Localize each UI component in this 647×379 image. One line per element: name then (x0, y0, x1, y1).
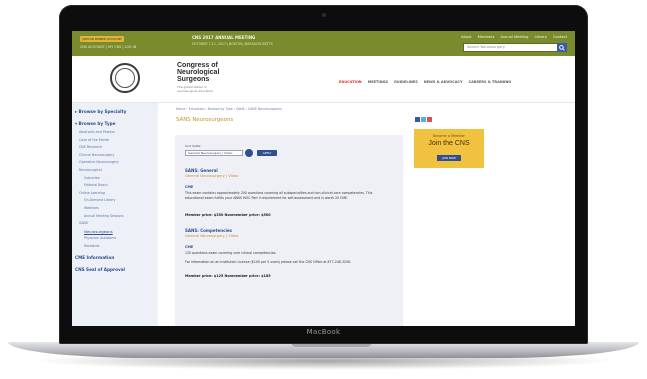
sidebar-item[interactable]: Editorial Board (84, 183, 108, 187)
product-list-panel: Sort SANS: General Neurosurgery / Video … (175, 135, 403, 326)
search-input[interactable]: Search Neurosurgery (463, 43, 567, 52)
utility-links: About Members Annual Meeting Library Con… (461, 35, 567, 39)
sidebar-item[interactable]: Residents (84, 244, 100, 248)
sidebar-item[interactable]: Abstracts and Posters (79, 130, 115, 134)
breadcrumb[interactable]: Home › Education › Browse by Type › SANS… (176, 107, 282, 111)
sidebar-item[interactable]: Neurosurgeons (84, 229, 113, 234)
product-title[interactable]: SANS: General (185, 168, 218, 173)
sidebar: ▸ Browse by Specialty ▾ Browse by Type Abs… (72, 103, 158, 326)
utility-link[interactable]: About (461, 35, 472, 39)
top-bar: JOIN OR RENEW ACCOUNT CNS ACCOUNT | MY C… (72, 31, 575, 56)
promo-subtitle: OCTOBER 7-11, 2017 | BOSTON, MASSACHUSET… (192, 42, 273, 46)
nav-guidelines[interactable]: GUIDELINES (394, 80, 418, 84)
product-license-note: For information on an Institution Licens… (185, 260, 352, 264)
product-title[interactable]: SANS: Competencies (185, 228, 232, 233)
seal-inner-ring (115, 68, 135, 88)
product-subtitle: General Neurosurgery | Video (185, 234, 239, 238)
filter-go-button[interactable] (245, 149, 253, 157)
sidebar-item[interactable]: CNS Seal of Approval (75, 267, 125, 272)
utility-link[interactable]: Annual Meeting (500, 35, 528, 39)
product-description: This exam contains approximately 200 que… (185, 191, 373, 200)
sidebar-item[interactable]: On-Demand Library (84, 198, 115, 202)
utility-link[interactable]: Members (478, 35, 495, 39)
nav-education[interactable]: EDUCATION (339, 80, 362, 84)
share-icons (415, 117, 432, 122)
laptop-bezel: MacBook JOIN OR RENEW ACCOUNT CNS ACCOUN… (59, 5, 588, 344)
sidebar-item[interactable]: Physician Assistants (84, 236, 116, 240)
product-price: Member price: $350 Nonmember price: $500 (185, 213, 271, 217)
facebook-icon[interactable] (415, 117, 420, 122)
page-title: SANS Neurosurgeons (176, 117, 234, 123)
logo-line: Congress of (177, 62, 218, 69)
join-renew-button[interactable]: JOIN OR RENEW ACCOUNT (80, 36, 124, 42)
filter-label: Sort SANS: (185, 144, 202, 148)
website-screen: JOIN OR RENEW ACCOUNT CNS ACCOUNT | MY C… (72, 31, 575, 326)
product-subtitle: General Neurosurgery | Video (185, 174, 239, 178)
sidebar-item[interactable]: Webinars (84, 206, 99, 210)
join-cns-promo[interactable]: Become a Member Join the CNS JOIN NOW (414, 129, 484, 168)
sidebar-item[interactable]: Annual Meeting Sessions (84, 214, 124, 218)
logo-line: Surgeons (177, 76, 210, 83)
sidebar-item[interactable]: Subscribe (84, 176, 100, 180)
sidebar-item[interactable]: ▾ Browse by Type (75, 121, 115, 126)
sidebar-item[interactable]: Operative Neurosurgery (79, 160, 119, 164)
site-logo-title[interactable]: Congress of Neurological Surgeons (177, 62, 219, 83)
twitter-icon[interactable] (421, 117, 426, 122)
search-placeholder: Search Neurosurgery (467, 45, 505, 49)
utility-link[interactable]: Contact (553, 35, 567, 39)
camera-icon (322, 13, 326, 17)
nav-careers-training[interactable]: CAREERS & TRAINING (469, 80, 512, 84)
laptop-base (8, 342, 639, 358)
logo-line: Neurological (177, 69, 220, 76)
join-line2: Join the CNS (428, 140, 470, 147)
apply-button[interactable]: APPLY (257, 150, 277, 156)
join-line1: Become a Member (433, 134, 465, 138)
nav-news-advocacy[interactable]: NEWS & ADVOCACY (424, 80, 463, 84)
search-button[interactable] (557, 43, 567, 52)
nav-meetings[interactable]: MEETINGS (368, 80, 388, 84)
promo-title[interactable]: CNS 2017 ANNUAL MEETING (192, 35, 255, 40)
site-header: Congress of Neurological Surgeons The gl… (72, 56, 575, 103)
product-cme-link[interactable]: CME (185, 245, 193, 249)
sidebar-item[interactable]: CME Information (75, 255, 114, 260)
sidebar-item[interactable]: CNS Research (79, 145, 102, 149)
product-description: 120 questions exam covering core clinica… (185, 251, 277, 255)
product-price: Member price: $125 Nonmember price: $185 (185, 274, 271, 278)
utility-link[interactable]: Library (534, 35, 547, 39)
search-icon (559, 44, 565, 51)
sidebar-item[interactable]: Neurosurgical (79, 168, 102, 172)
sidebar-item[interactable]: Case of the Month (79, 138, 109, 142)
site-tagline: The global leader in neurosurgical educa… (177, 85, 214, 93)
cns-seal-logo[interactable] (110, 63, 140, 93)
email-icon[interactable] (427, 117, 432, 122)
sidebar-item[interactable]: Online Learning (79, 191, 105, 195)
product-cme-link[interactable]: CME (185, 185, 193, 189)
sidebar-item[interactable]: ▸ Browse by Specialty (75, 109, 126, 114)
filter-select[interactable]: General Neurosurgery / Video (185, 150, 243, 156)
join-now-button[interactable]: JOIN NOW (437, 155, 461, 161)
sidebar-item[interactable]: SANS (79, 221, 88, 225)
device-brand-label: MacBook (306, 328, 341, 336)
main-nav: EDUCATION MEETINGS GUIDELINES NEWS & ADV… (339, 80, 511, 84)
sidebar-item[interactable]: Clinical Neurosurgery (79, 153, 114, 157)
account-links[interactable]: CNS ACCOUNT | MY CNS | LOG IN (80, 45, 136, 49)
